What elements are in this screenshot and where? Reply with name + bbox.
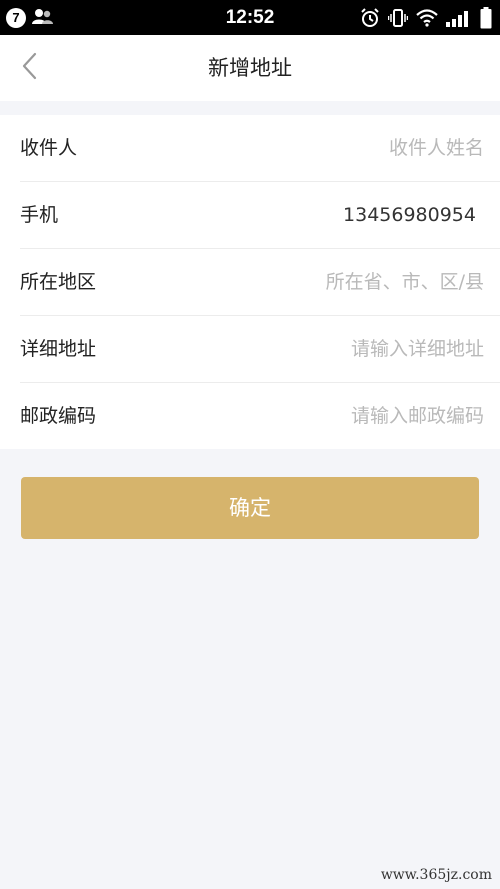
status-bar: 7 12:52: [0, 0, 500, 35]
address-form: 收件人 手机 所在地区 详细地址 邮政编码: [0, 115, 500, 449]
watermark: www.365jz.com: [380, 867, 492, 883]
postcode-row: 邮政编码: [20, 383, 500, 449]
confirm-button[interactable]: 确定: [21, 477, 479, 539]
postcode-label: 邮政编码: [20, 405, 97, 427]
signal-icon: [446, 9, 472, 27]
address-label: 详细地址: [20, 338, 97, 360]
nav-bar: 新增地址: [0, 35, 500, 101]
phone-label: 手机: [20, 204, 59, 226]
status-right: [360, 0, 492, 35]
status-left: 7: [6, 0, 54, 35]
vibrate-icon: [388, 8, 408, 28]
recipient-row: 收件人: [20, 115, 500, 182]
contacts-icon: [32, 8, 54, 28]
region-label: 所在地区: [20, 271, 97, 293]
notification-badge: 7: [6, 7, 26, 28]
phone-row: 手机: [20, 182, 500, 249]
recipient-input[interactable]: [204, 128, 484, 168]
alarm-icon: [360, 7, 380, 28]
address-row: 详细地址: [20, 316, 500, 383]
page-title: 新增地址: [208, 56, 292, 80]
recipient-label: 收件人: [20, 137, 78, 159]
postcode-input[interactable]: [204, 396, 484, 436]
wifi-icon: [416, 8, 438, 27]
region-row: 所在地区: [20, 249, 500, 316]
region-input[interactable]: [204, 262, 484, 302]
battery-icon: [480, 6, 492, 29]
address-input[interactable]: [204, 329, 484, 369]
phone-input[interactable]: [196, 195, 476, 235]
